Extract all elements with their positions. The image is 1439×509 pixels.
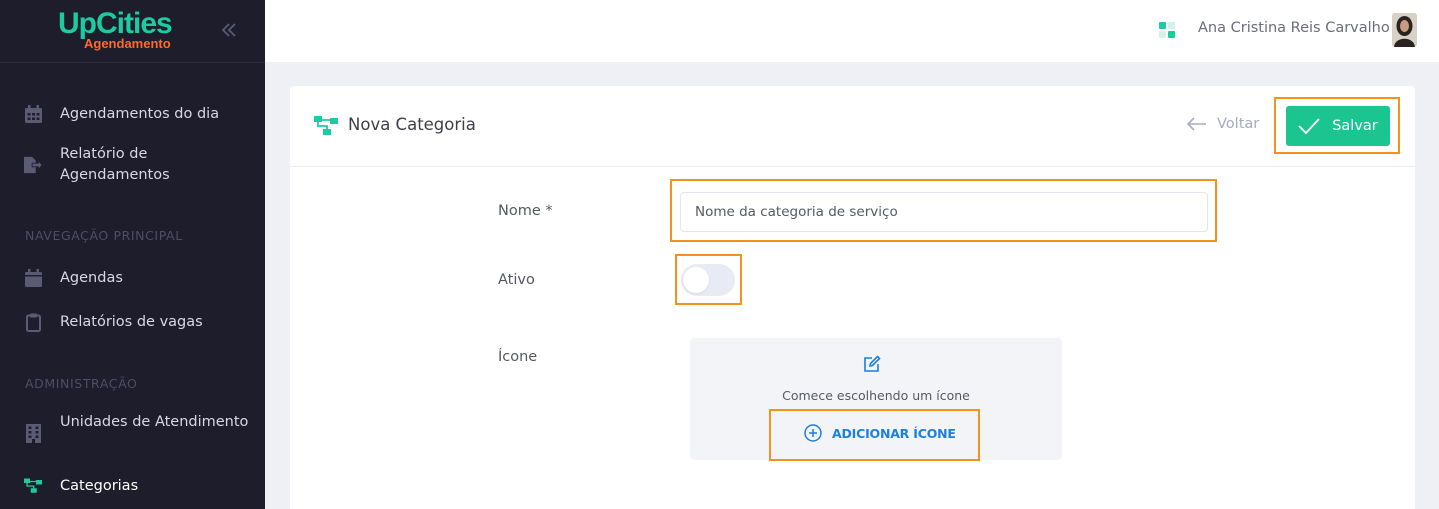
apps-grid-icon[interactable] bbox=[1159, 22, 1175, 38]
sitemap-icon bbox=[24, 476, 42, 496]
sidebar-item-relatorio-agendamentos[interactable]: Relatório de Agendamentos bbox=[0, 144, 265, 186]
save-button-label: Salvar bbox=[1332, 118, 1378, 134]
form-card: Nova Categoria Voltar Salvar Nome * Ativ… bbox=[290, 86, 1415, 509]
plus-circle-icon bbox=[804, 424, 822, 442]
sidebar-item-agendamentos-do-dia[interactable]: Agendamentos do dia bbox=[0, 103, 265, 125]
building-icon bbox=[24, 423, 42, 443]
arrow-left-icon bbox=[1187, 117, 1206, 131]
name-label: Nome * bbox=[498, 203, 553, 219]
sidebar-item-agendas[interactable]: Agendas bbox=[0, 267, 265, 289]
category-name-input[interactable] bbox=[680, 192, 1208, 232]
edit-icon[interactable] bbox=[863, 355, 881, 373]
active-toggle[interactable] bbox=[681, 264, 735, 296]
file-export-icon bbox=[24, 155, 42, 175]
sidebar: UpCities Agendamento Agendamentos do dia… bbox=[0, 0, 265, 509]
sidebar-item-label: Agendas bbox=[60, 269, 123, 286]
back-button-label: Voltar bbox=[1217, 116, 1260, 132]
add-icon-label: ADICIONAR ÍCONE bbox=[832, 425, 956, 441]
clipboard-icon bbox=[24, 312, 42, 332]
sidebar-item-label: Categorias bbox=[60, 477, 139, 494]
page-title: Nova Categoria bbox=[348, 115, 476, 134]
back-button[interactable]: Voltar bbox=[1187, 116, 1259, 132]
topbar: Ana Cristina Reis Carvalho bbox=[265, 0, 1439, 62]
card-header: Nova Categoria Voltar Salvar bbox=[290, 86, 1415, 167]
sidebar-item-label: Unidades de Atendimento bbox=[60, 414, 249, 430]
save-button[interactable]: Salvar bbox=[1286, 106, 1390, 146]
sidebar-item-categorias[interactable]: Categorias bbox=[0, 475, 265, 497]
sidebar-item-unidades-de-atendimento[interactable]: Unidades de Atendimento bbox=[0, 412, 265, 454]
sidebar-item-relatorios-de-vagas[interactable]: Relatórios de vagas bbox=[0, 311, 265, 333]
calendar-icon bbox=[24, 268, 42, 288]
section-title-administracao: ADMINISTRAÇÃO bbox=[25, 376, 138, 391]
toggle-knob bbox=[683, 267, 709, 293]
add-icon-button[interactable]: ADICIONAR ÍCONE bbox=[804, 424, 956, 442]
sidebar-item-label: Agendamentos do dia bbox=[60, 105, 220, 122]
check-icon bbox=[1298, 118, 1320, 134]
double-chevron-left-icon[interactable] bbox=[220, 20, 238, 40]
sidebar-item-label: Relatório de Agendamentos bbox=[60, 146, 170, 183]
sidebar-item-label: Relatórios de vagas bbox=[60, 313, 203, 330]
sidebar-divider bbox=[0, 62, 265, 63]
brand-subtitle: Agendamento bbox=[84, 36, 171, 51]
active-label: Ativo bbox=[498, 272, 535, 288]
icon-label: Ícone bbox=[498, 349, 538, 365]
calendar-icon bbox=[24, 104, 42, 124]
sitemap-icon bbox=[314, 116, 338, 135]
icon-hint: Comece escolhendo um ícone bbox=[782, 388, 970, 403]
brand-logo[interactable]: UpCities Agendamento bbox=[58, 8, 173, 52]
avatar[interactable] bbox=[1392, 13, 1417, 47]
section-title-navegacao: NAVEGAÇÃO PRINCIPAL bbox=[25, 228, 183, 243]
user-name[interactable]: Ana Cristina Reis Carvalho bbox=[1198, 20, 1390, 36]
